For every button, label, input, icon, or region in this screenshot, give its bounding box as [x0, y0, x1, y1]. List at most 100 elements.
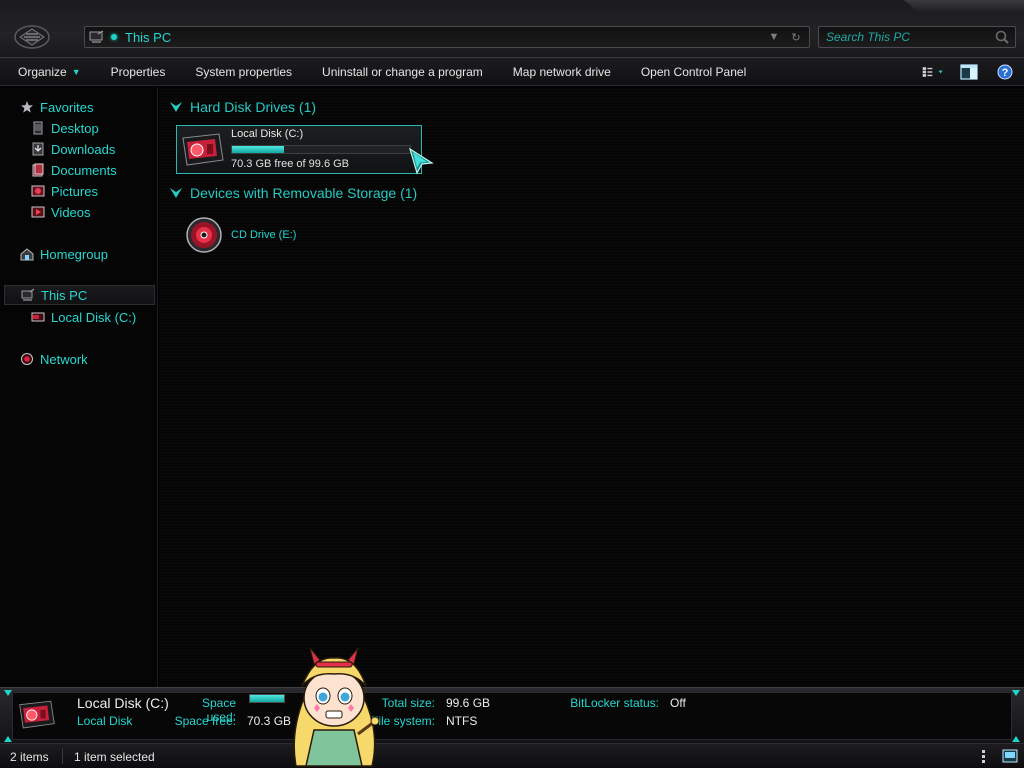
status-bar: 2 items 1 item selected: [0, 743, 1024, 768]
chevron-down-icon: [170, 188, 182, 198]
properties-button[interactable]: Properties: [96, 58, 181, 86]
nav-pictures[interactable]: Pictures: [31, 181, 98, 201]
svg-text:?: ?: [1002, 67, 1009, 79]
preview-pane-icon: [960, 64, 978, 80]
system-properties-button[interactable]: System properties: [180, 58, 307, 86]
drive-usage-fill: [232, 146, 284, 153]
history-dropdown-icon[interactable]: ▼: [765, 28, 783, 46]
nav-favorites[interactable]: Favorites: [20, 97, 93, 117]
help-button[interactable]: ?: [994, 62, 1016, 82]
cd-drive-icon: [186, 217, 222, 253]
back-button[interactable]: [14, 24, 50, 50]
chevron-down-icon: ▼: [71, 66, 81, 77]
documents-icon: [32, 163, 44, 177]
preview-pane-button[interactable]: [958, 62, 980, 82]
nav-label: Homegroup: [40, 246, 108, 262]
details-view-icon[interactable]: [976, 749, 992, 763]
nav-homegroup[interactable]: Homegroup: [20, 244, 108, 264]
frame-corner-icon: [1012, 736, 1020, 742]
nav-label: Videos: [51, 204, 91, 220]
drive-usage-bar: [231, 145, 411, 154]
this-pc-icon: [89, 30, 104, 43]
map-network-drive-button[interactable]: Map network drive: [498, 58, 626, 86]
navigation-pane: Favorites Desktop Downloads Documents Pi…: [0, 87, 158, 687]
mouse-cursor-icon: [408, 147, 434, 175]
nav-label: Network: [40, 351, 88, 367]
large-icons-view-icon[interactable]: [1002, 749, 1018, 763]
group-header-removable-storage[interactable]: Devices with Removable Storage (1): [169, 185, 417, 201]
videos-icon: [31, 206, 45, 218]
help-icon: ?: [997, 64, 1013, 80]
nav-label: Desktop: [51, 120, 99, 136]
hard-drive-icon: [182, 133, 224, 166]
hard-drive-icon: [19, 700, 55, 729]
nav-network[interactable]: Network: [20, 349, 88, 369]
bitlocker-status-value: Off: [670, 696, 686, 710]
uninstall-program-button[interactable]: Uninstall or change a program: [307, 58, 498, 86]
star-icon: [21, 101, 33, 113]
nav-documents[interactable]: Documents: [31, 160, 117, 180]
open-control-panel-button[interactable]: Open Control Panel: [626, 58, 761, 86]
cd-drive-label: CD Drive (E:): [231, 229, 297, 241]
group-header-hard-disk-drives[interactable]: Hard Disk Drives (1): [169, 99, 316, 115]
address-path[interactable]: This PC: [125, 30, 765, 45]
hard-drive-icon: [31, 312, 45, 322]
nav-label: This PC: [41, 287, 88, 303]
frame-corner-icon: [4, 690, 12, 696]
nav-label: Pictures: [51, 183, 98, 199]
search-input[interactable]: Search This PC: [819, 30, 993, 44]
mascot-character-image: [293, 647, 380, 767]
breadcrumb-separator-icon: [111, 34, 117, 40]
space-used-bar: [249, 694, 285, 703]
bitlocker-status-label: BitLocker status:: [570, 696, 659, 710]
details-title: Local Disk (C:): [77, 695, 169, 711]
details-subtitle: Local Disk: [77, 714, 133, 728]
nav-videos[interactable]: Videos: [31, 202, 91, 222]
downloads-icon: [32, 142, 44, 156]
refresh-icon[interactable]: ↻: [787, 28, 805, 46]
drive-free-space: 70.3 GB free of 99.6 GB: [231, 158, 350, 170]
space-free-label: Space free:: [174, 714, 236, 728]
view-controls: ?: [922, 62, 1016, 82]
nav-label: Local Disk (C:): [51, 309, 137, 325]
nav-label: Downloads: [51, 141, 116, 157]
selection-count: 1 item selected: [74, 750, 155, 764]
window-frame-notch: [904, 0, 1024, 12]
total-size-value: 99.6 GB: [446, 696, 491, 710]
search-box[interactable]: Search This PC: [818, 26, 1016, 48]
item-count: 2 items: [10, 750, 49, 764]
local-disk-c-tile[interactable]: Local Disk (C:) 70.3 GB free of 99.6 GB: [176, 125, 422, 174]
network-icon: [21, 353, 33, 365]
organize-label: Organize: [18, 64, 67, 79]
homegroup-icon: [20, 248, 34, 261]
change-view-button[interactable]: [922, 62, 944, 82]
group-header-label: Devices with Removable Storage (1): [190, 185, 418, 201]
status-divider: [62, 748, 63, 764]
title-bar: This PC ▼ ↻ Search This PC: [0, 0, 1024, 58]
nav-label: Documents: [51, 162, 117, 178]
nav-downloads[interactable]: Downloads: [31, 139, 115, 159]
file-system-value: NTFS: [446, 714, 478, 728]
desktop-icon: [33, 121, 43, 135]
cd-drive-e-item[interactable]: CD Drive (E:): [185, 216, 296, 254]
details-pane: Local Disk (C:) Local Disk Space used: S…: [0, 687, 1024, 743]
organize-menu[interactable]: Organize ▼: [0, 58, 96, 86]
address-bar[interactable]: This PC ▼ ↻: [84, 26, 810, 48]
this-pc-icon: [21, 288, 35, 301]
nav-this-pc[interactable]: This PC: [4, 285, 155, 305]
nav-label: Favorites: [40, 99, 94, 115]
nav-local-disk[interactable]: Local Disk (C:): [31, 307, 136, 327]
pictures-icon: [31, 185, 45, 197]
back-arrow-icon: [14, 25, 50, 49]
command-bar: Organize ▼ Properties System properties …: [0, 58, 1024, 86]
nav-desktop[interactable]: Desktop: [31, 118, 99, 138]
search-icon[interactable]: [993, 28, 1011, 46]
frame-corner-icon: [4, 736, 12, 742]
view-options-icon: [922, 67, 943, 77]
frame-corner-icon: [1012, 690, 1020, 696]
drive-name: Local Disk (C:): [231, 128, 304, 140]
content-pane: Hard Disk Drives (1) Local Disk (C:) 70.…: [159, 87, 1024, 687]
chevron-down-icon: [170, 102, 182, 112]
group-header-label: Hard Disk Drives (1): [190, 99, 317, 115]
space-used-fill: [250, 695, 284, 702]
